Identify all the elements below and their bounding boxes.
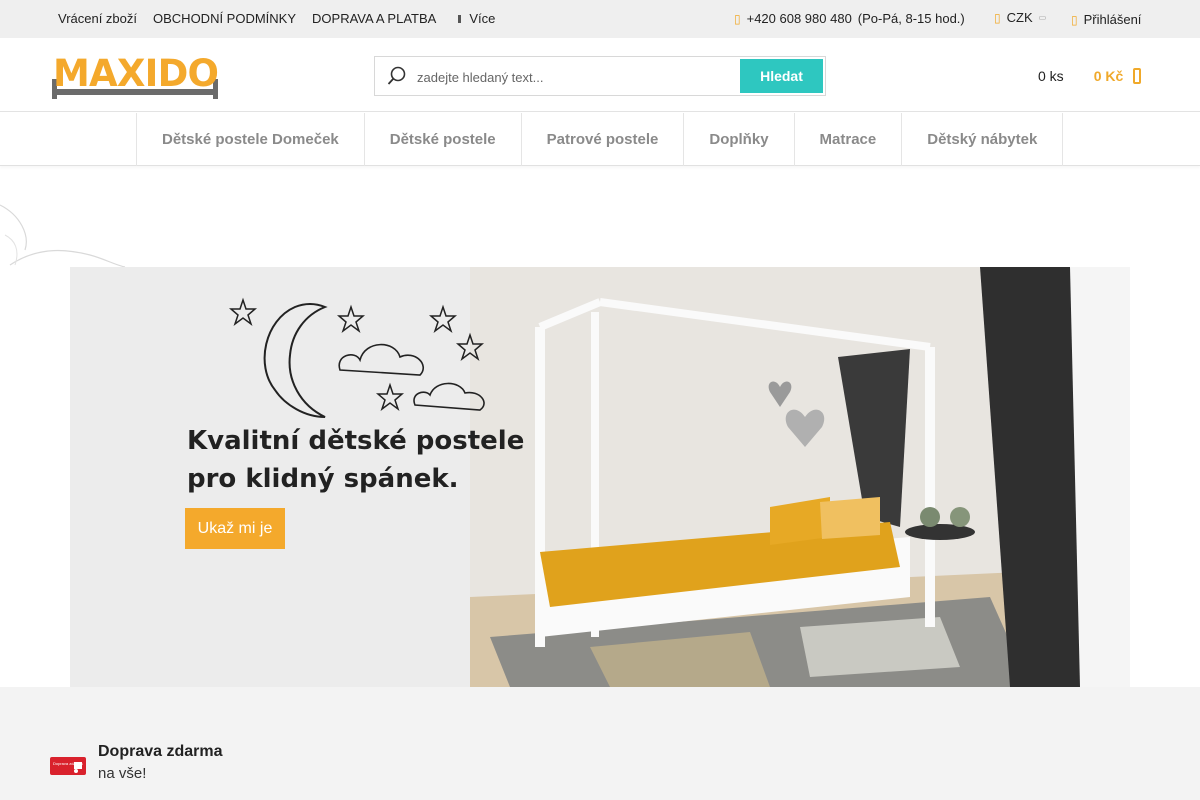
more-menu[interactable]: Více	[458, 11, 495, 26]
benefit-title: Doprava zdarma	[98, 743, 223, 760]
phone-number[interactable]: +420 608 980 480	[747, 11, 852, 26]
hero-headline-line2: pro klidný spánek.	[187, 464, 459, 494]
maxido-logo[interactable]: MAXIDO	[50, 49, 222, 101]
user-icon: ▯	[1071, 12, 1078, 27]
link-returns[interactable]: Vrácení zboží	[58, 11, 137, 26]
benefit-text: Doprava zdarma na vše!	[98, 743, 223, 782]
phone-icon: ▯	[734, 11, 741, 26]
search-icon	[387, 66, 406, 85]
currency-selector[interactable]: ▯ CZK ▭	[994, 10, 1046, 25]
login-link[interactable]: ▯ Přihlášení	[1071, 12, 1141, 27]
main-nav: Dětské postele Domeček Dětské postele Pa…	[0, 113, 1200, 166]
search-input[interactable]	[417, 65, 737, 89]
currency-icon: ▯	[994, 10, 1001, 25]
top-links: Vrácení zboží OBCHODNÍ PODMÍNKY DOPRAVA …	[58, 11, 495, 26]
currency-label: CZK	[1006, 10, 1033, 25]
hero-headline-line1: Kvalitní dětské postele	[187, 426, 525, 456]
chevron-down-icon: ▭	[1038, 13, 1047, 22]
nav-item-bunk-beds[interactable]: Patrové postele	[522, 113, 685, 166]
cart-icon	[1133, 68, 1142, 84]
login-label: Přihlášení	[1083, 12, 1142, 27]
cart-count: 0 ks	[1038, 68, 1064, 84]
header: MAXIDO Hledat 0 ks 0 Kč	[0, 38, 1200, 112]
logo-text: MAXIDO	[53, 52, 219, 95]
cart-total: 0 Kč	[1093, 68, 1124, 84]
contact-info: ▯ +420 608 980 480 (Po-Pá, 8-15 hod.)	[734, 11, 965, 26]
nav-item-accessories[interactable]: Doplňky	[684, 113, 795, 166]
benefits-bar: Doprava zdarma Doprava zdarma na vše!	[0, 687, 1200, 800]
link-terms[interactable]: OBCHODNÍ PODMÍNKY	[153, 11, 296, 26]
bed-photo	[470, 267, 1130, 687]
cart[interactable]: 0 ks 0 Kč	[1038, 68, 1142, 84]
moon-stars-illustration	[228, 297, 485, 418]
benefit-subtitle: na vše!	[98, 765, 147, 782]
phone-hours: (Po-Pá, 8-15 hod.)	[857, 11, 965, 26]
nav-item-kids-beds[interactable]: Dětské postele	[365, 113, 522, 166]
top-bar: Vrácení zboží OBCHODNÍ PODMÍNKY DOPRAVA …	[0, 0, 1200, 38]
more-label: Více	[469, 11, 496, 26]
nav-item-house-beds[interactable]: Dětské postele Domeček	[137, 113, 365, 166]
more-icon	[458, 14, 462, 23]
search-button[interactable]: Hledat	[740, 59, 823, 93]
free-shipping-icon: Doprava zdarma	[50, 757, 86, 775]
benefit-free-shipping: Doprava zdarma Doprava zdarma na vše!	[50, 743, 223, 782]
nav-item-mattresses[interactable]: Matrace	[795, 113, 903, 166]
hero-banner[interactable]: Kvalitní dětské postele pro klidný spáne…	[70, 267, 1130, 687]
decorative-swirl	[0, 204, 126, 268]
hero-cta-button[interactable]: Ukaž mi je	[185, 508, 285, 549]
link-shipping[interactable]: DOPRAVA A PLATBA	[312, 11, 436, 26]
hero-headline: Kvalitní dětské postele pro klidný spáne…	[187, 422, 527, 498]
nav-item-furniture[interactable]: Dětský nábytek	[902, 113, 1064, 166]
badge-text: Doprava zdarma	[53, 761, 83, 766]
search-box: Hledat	[374, 56, 826, 96]
